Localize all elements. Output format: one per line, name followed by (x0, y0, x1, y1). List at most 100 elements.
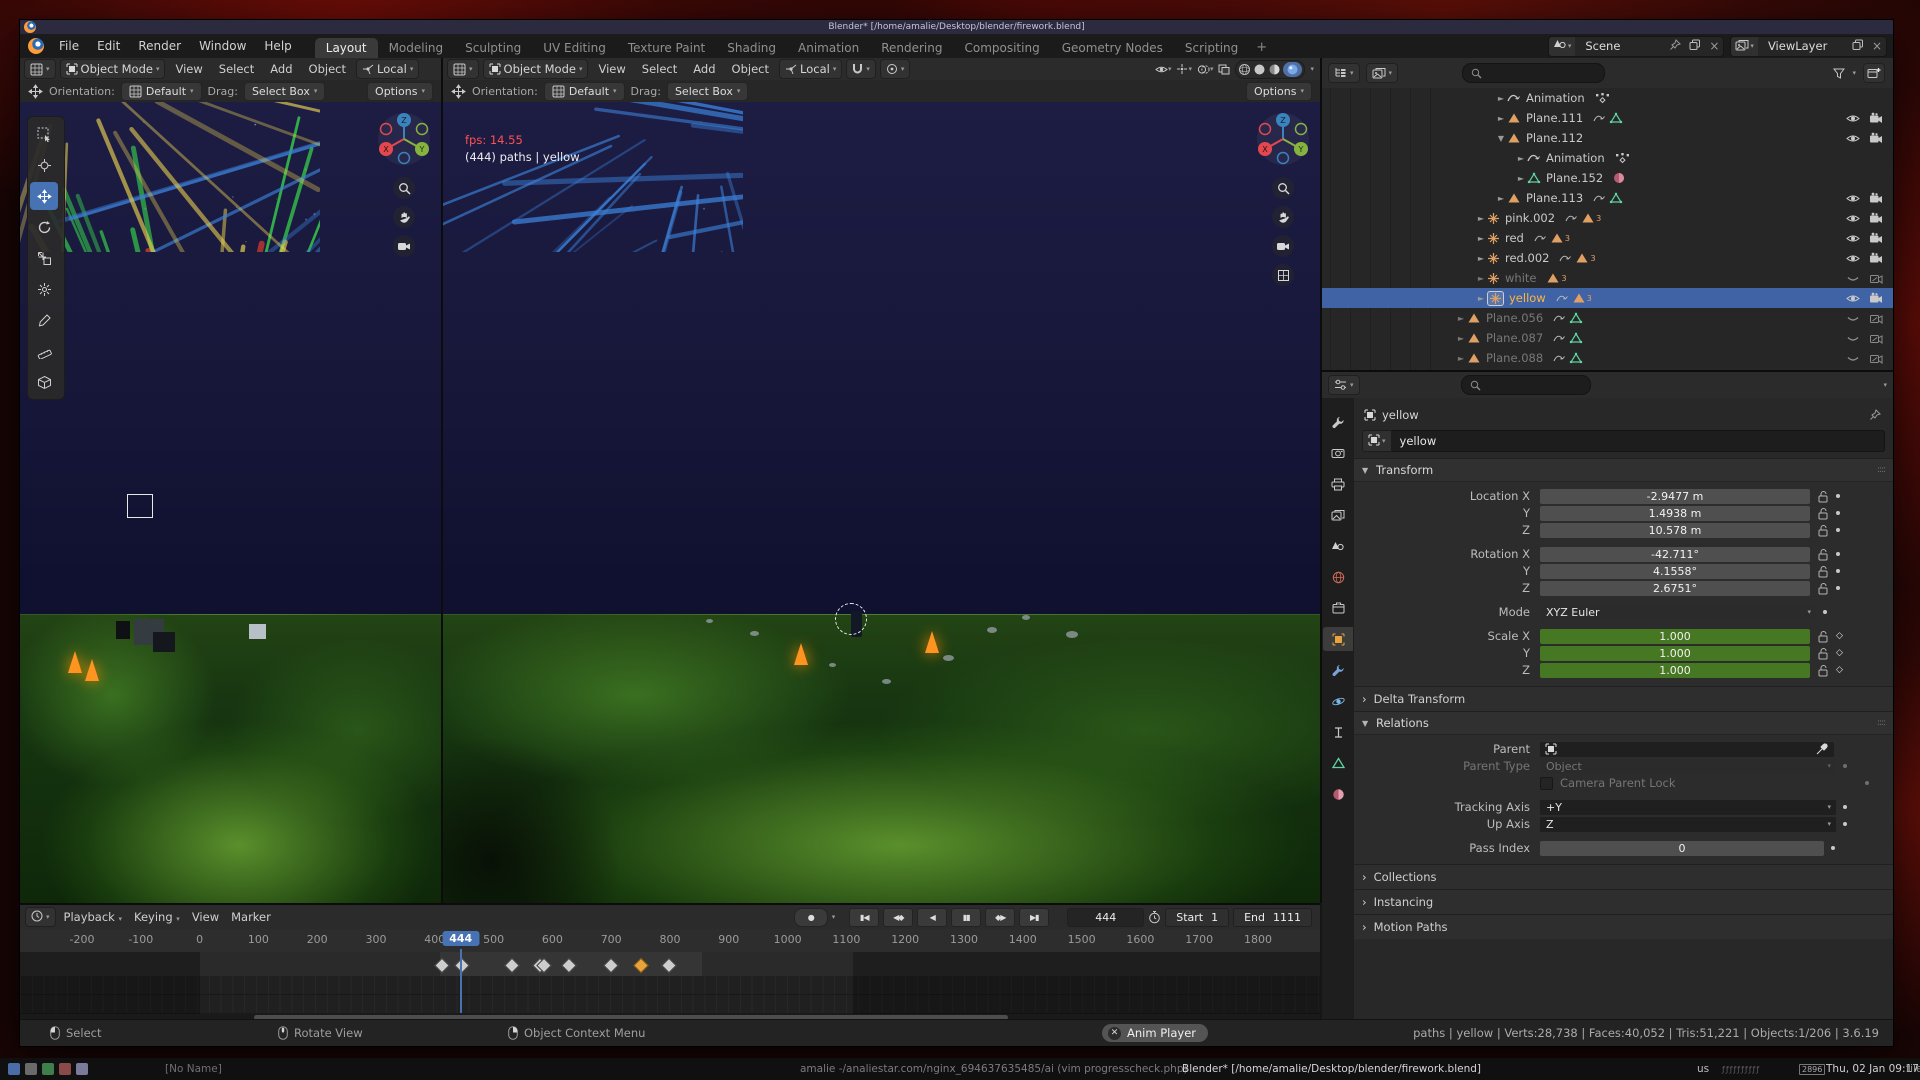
value-field[interactable]: 2.6751° (1540, 581, 1810, 596)
options-dropdown[interactable]: Options▾ (367, 82, 433, 101)
object-name[interactable]: Animation (1546, 151, 1605, 165)
expand-arrow-icon[interactable]: ► (1495, 94, 1507, 103)
parent-field[interactable] (1540, 742, 1834, 757)
hide-viewport-icon[interactable] (1846, 293, 1860, 304)
object-name[interactable]: Plane.111 (1526, 111, 1583, 125)
stopwatch-icon[interactable] (1148, 910, 1161, 924)
new-collection-button[interactable] (1863, 63, 1885, 83)
viewlayer-copy-button[interactable] (1848, 37, 1868, 56)
viewport-menu-view[interactable]: View (169, 61, 208, 77)
properties-tab-render[interactable] (1323, 441, 1353, 465)
expand-arrow-icon[interactable]: ▼ (1495, 134, 1507, 143)
keyframe-diamond-icon[interactable]: ◇ (1836, 648, 1843, 658)
object-type-browse-button[interactable]: ▾ (1362, 430, 1392, 452)
tool-move[interactable] (30, 182, 58, 210)
disable-render-icon[interactable] (1869, 212, 1883, 224)
viewlayer-browse-button[interactable]: ▾ (1731, 37, 1758, 56)
outliner-row[interactable]: ▼ Plane.112 (1322, 128, 1893, 148)
properties-options-icon[interactable]: ▾ (1883, 381, 1887, 389)
taskbar-icon[interactable] (25, 1063, 37, 1075)
tool-rotate[interactable] (30, 213, 58, 241)
timeline-menu-view[interactable]: View (186, 909, 225, 925)
prev-keyframe-button[interactable]: ◀◆ (883, 908, 913, 927)
outliner-row[interactable]: ►Animation (1322, 148, 1893, 168)
tab-modeling[interactable]: Modeling (378, 38, 455, 58)
tab-animation[interactable]: Animation (787, 38, 870, 58)
drag-setting-dropdown[interactable]: Select Box▾ (244, 82, 325, 101)
hide-viewport-icon[interactable] (1846, 233, 1860, 244)
object-name[interactable]: Plane.112 (1526, 131, 1583, 145)
axis-gizmo[interactable]: ZXY (1256, 112, 1310, 170)
outliner-row[interactable]: ► Plane.087 (1322, 328, 1893, 348)
taskbar-icon[interactable] (8, 1063, 20, 1075)
zoom-icon[interactable] (393, 177, 415, 199)
shading-wireframe-button[interactable] (1238, 63, 1251, 76)
value-field[interactable]: 1.000 (1540, 663, 1810, 678)
taskbar-icon[interactable] (42, 1063, 54, 1075)
tool-measure[interactable] (30, 337, 58, 365)
playhead[interactable] (460, 949, 462, 1013)
scene-pin-button[interactable] (1665, 37, 1685, 56)
shading-rendered-button[interactable] (1283, 62, 1302, 77)
lock-icon[interactable] (1817, 630, 1829, 643)
lock-icon[interactable] (1817, 565, 1829, 578)
motion-paths-panel-header[interactable]: ›Motion Paths (1354, 914, 1893, 939)
expand-arrow-icon[interactable]: ► (1455, 334, 1467, 343)
window-titlebar[interactable]: Blender* [/home/amalie/Desktop/blender/f… (20, 20, 1893, 34)
object-name[interactable]: Animation (1526, 91, 1585, 105)
outliner-search-input[interactable] (1462, 63, 1605, 83)
outliner-row[interactable]: ►pink.0023 (1322, 208, 1893, 228)
lock-icon[interactable] (1817, 664, 1829, 677)
disable-render-icon[interactable] (1869, 292, 1883, 304)
scene-copy-button[interactable] (1685, 37, 1705, 56)
menu-window[interactable]: Window (190, 37, 255, 55)
disable-render-icon[interactable] (1869, 352, 1883, 364)
tab-sculpting[interactable]: Sculpting (454, 38, 532, 58)
outliner-row[interactable]: ► Animation (1322, 88, 1893, 108)
auto-keying-button[interactable]: ● (794, 908, 828, 927)
eyedropper-icon[interactable] (1815, 743, 1828, 756)
expand-arrow-icon[interactable]: ► (1495, 114, 1507, 123)
timeline-menu-playback[interactable]: Playback ▾ (58, 909, 128, 925)
taskbar-window-item-terminal[interactable]: amalie -/analiestar.com/nginx_6946376354… (800, 1063, 1188, 1075)
properties-tab-scene[interactable] (1323, 534, 1353, 558)
hide-viewport-icon[interactable] (1846, 253, 1860, 264)
tab-uv-editing[interactable]: UV Editing (532, 38, 617, 58)
disable-render-icon[interactable] (1869, 132, 1883, 144)
tool-transform[interactable] (30, 275, 58, 303)
object-name[interactable]: Plane.087 (1486, 331, 1543, 345)
axis-gizmo[interactable]: ZXY (377, 112, 431, 170)
properties-tab-modifiers[interactable] (1323, 658, 1353, 682)
expand-arrow-icon[interactable]: ► (1475, 294, 1487, 303)
pin-icon[interactable] (1869, 409, 1881, 421)
outliner-row[interactable]: ►yellow3 (1322, 288, 1893, 308)
viewport-menu-add[interactable]: Add (687, 61, 721, 77)
properties-tab-collection[interactable] (1323, 596, 1353, 620)
expand-arrow-icon[interactable]: ► (1455, 314, 1467, 323)
viewport-left[interactable]: ▾Object Mode▾ViewSelectAddObjectLocal▾Or… (20, 58, 443, 903)
shading-solid-button[interactable] (1253, 63, 1266, 76)
disable-render-icon[interactable] (1869, 112, 1883, 124)
timeline-ruler[interactable]: -200-10001002003004005006007008009001000… (20, 929, 1320, 953)
animate-dot[interactable] (1836, 494, 1840, 498)
expand-arrow-icon[interactable]: ► (1455, 354, 1467, 363)
lock-icon[interactable] (1817, 582, 1829, 595)
object-name-field[interactable]: yellow (1392, 430, 1885, 452)
timeline-editor-type-button[interactable]: ▾ (25, 907, 56, 927)
transform-orientation-dropdown[interactable]: Local▾ (356, 59, 419, 79)
disable-render-icon[interactable] (1869, 232, 1883, 244)
taskbar-icon[interactable] (59, 1063, 71, 1075)
object-mode-dropdown[interactable]: Object Mode▾ (60, 59, 166, 79)
tool-annotate[interactable] (30, 306, 58, 334)
tool-cursor[interactable] (30, 151, 58, 179)
properties-tab-material[interactable] (1323, 782, 1353, 806)
outliner-display-mode-button[interactable]: ▾ (1366, 63, 1399, 83)
outliner-row[interactable]: ►red.0023 (1322, 248, 1893, 268)
orientation-setting-dropdown[interactable]: Default▾ (121, 82, 202, 101)
properties-editor-type-button[interactable]: ▾ (1328, 375, 1360, 395)
hide-viewport-icon[interactable] (1846, 193, 1860, 204)
lock-icon[interactable] (1817, 490, 1829, 503)
animate-dot[interactable] (1836, 552, 1840, 556)
drag-setting-dropdown[interactable]: Select Box▾ (667, 82, 748, 101)
stop-player-icon[interactable]: ✕ (1108, 1027, 1121, 1040)
